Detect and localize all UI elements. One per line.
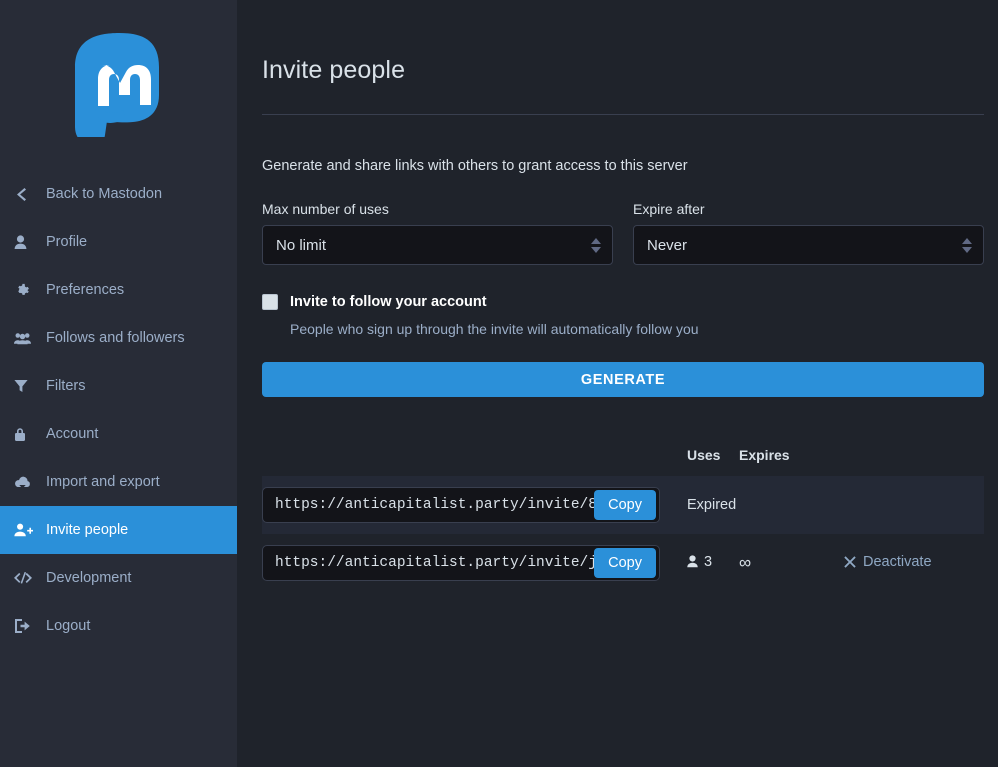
deactivate-label: Deactivate (863, 554, 932, 570)
mastodon-logo (71, 31, 167, 137)
app-root: Back to Mastodon Profile Preferences Fol… (0, 0, 998, 767)
autofollow-hint: People who sign up through the invite wi… (290, 321, 984, 337)
sidebar-item-label: Profile (46, 235, 87, 250)
table-row: https://anticapitalist.party/invite/8n C… (262, 476, 984, 534)
invite-expires-cell: ∞ (739, 534, 844, 592)
sidebar-item-label: Invite people (46, 523, 128, 538)
sidebar-item-back-to-mastodon[interactable]: Back to Mastodon (0, 170, 237, 218)
autofollow-label: Invite to follow your account (290, 293, 487, 311)
table-header-row: Uses Expires (262, 447, 984, 476)
invite-actions-cell (844, 476, 984, 534)
table-row: https://anticapitalist.party/invite/jX C… (262, 534, 984, 592)
chevron-updown-icon (961, 235, 972, 255)
expire-after-field: Expire after Never (633, 201, 984, 265)
copy-button[interactable]: Copy (594, 548, 656, 578)
invite-link-cell: https://anticapitalist.party/invite/8n C… (262, 476, 687, 534)
user-plus-icon (14, 523, 36, 537)
expire-after-select[interactable]: Never (633, 225, 984, 265)
user-icon (687, 555, 698, 568)
expire-after-value: Never (647, 237, 687, 254)
sidebar-item-label: Development (46, 571, 131, 586)
invite-link-field[interactable]: https://anticapitalist.party/invite/jX C… (262, 545, 660, 581)
sidebar-item-import-and-export[interactable]: Import and export (0, 458, 237, 506)
autofollow-checkbox[interactable] (262, 294, 278, 310)
intro-text: Generate and share links with others to … (262, 115, 984, 174)
invite-uses-cell: 3 (687, 534, 739, 592)
page-title: Invite people (262, 0, 984, 85)
sidebar-item-profile[interactable]: Profile (0, 218, 237, 266)
invite-uses-cell: Expired (687, 476, 739, 534)
invite-url-text: https://anticapitalist.party/invite/jX (263, 555, 594, 571)
lock-icon (14, 427, 36, 442)
max-uses-label: Max number of uses (262, 201, 613, 217)
invites-table-body: https://anticapitalist.party/invite/8n C… (262, 476, 984, 592)
copy-button[interactable]: Copy (594, 490, 656, 520)
sidebar-item-preferences[interactable]: Preferences (0, 266, 237, 314)
max-uses-select[interactable]: No limit (262, 225, 613, 265)
max-uses-field: Max number of uses No limit (262, 201, 613, 265)
invites-table-head: Uses Expires (262, 447, 984, 476)
sidebar-item-label: Preferences (46, 283, 124, 298)
sidebar-item-label: Import and export (46, 475, 160, 490)
sidebar-item-label: Logout (46, 619, 90, 634)
sidebar: Back to Mastodon Profile Preferences Fol… (0, 0, 237, 767)
generate-button[interactable]: Generate (262, 362, 984, 397)
logout-icon (14, 619, 36, 633)
users-group-icon (14, 332, 36, 345)
gear-icon (14, 283, 36, 298)
code-icon (14, 572, 36, 584)
sidebar-item-account[interactable]: Account (0, 410, 237, 458)
sidebar-item-label: Filters (46, 379, 85, 394)
sidebar-nav: Back to Mastodon Profile Preferences Fol… (0, 168, 237, 650)
main-content: Invite people Generate and share links w… (237, 0, 998, 767)
autofollow-checkbox-row[interactable]: Invite to follow your account (262, 293, 984, 311)
invite-link-cell: https://anticapitalist.party/invite/jX C… (262, 534, 687, 592)
max-uses-value: No limit (276, 237, 326, 254)
sidebar-item-invite-people[interactable]: Invite people (0, 506, 237, 554)
invite-expires-value: ∞ (739, 553, 751, 572)
invite-url-text: https://anticapitalist.party/invite/8n (263, 497, 594, 513)
deactivate-link[interactable]: Deactivate (844, 554, 932, 570)
close-x-icon (844, 556, 856, 568)
sidebar-item-label: Follows and followers (46, 331, 185, 346)
invite-uses-value: 3 (704, 554, 712, 570)
sidebar-item-logout[interactable]: Logout (0, 602, 237, 650)
invite-link-field[interactable]: https://anticapitalist.party/invite/8n C… (262, 487, 660, 523)
sidebar-item-development[interactable]: Development (0, 554, 237, 602)
col-header-expires: Expires (739, 447, 844, 476)
funnel-icon (14, 379, 36, 393)
logo-container (0, 0, 237, 168)
invites-table: Uses Expires https://anticapitalist.part… (262, 447, 984, 592)
invite-options-row: Max number of uses No limit Expire after… (262, 201, 984, 265)
sidebar-item-label: Account (46, 427, 98, 442)
col-header-uses: Uses (687, 447, 739, 476)
chevron-updown-icon (590, 235, 601, 255)
expire-after-label: Expire after (633, 201, 984, 217)
invite-uses-value: Expired (687, 497, 736, 513)
sidebar-item-follows-and-followers[interactable]: Follows and followers (0, 314, 237, 362)
sidebar-item-label: Back to Mastodon (46, 187, 162, 202)
chevron-left-icon (14, 187, 36, 202)
col-header-link (262, 447, 687, 476)
col-header-actions (844, 447, 984, 476)
cloud-download-icon (14, 476, 36, 489)
user-icon (14, 235, 36, 250)
sidebar-item-filters[interactable]: Filters (0, 362, 237, 410)
invite-expires-cell (739, 476, 844, 534)
invite-actions-cell: Deactivate (844, 534, 984, 592)
